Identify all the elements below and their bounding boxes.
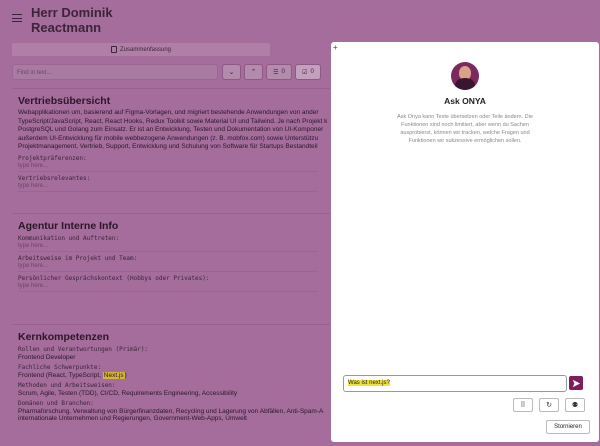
schwerpunkte-value: Frontend (React, TypeScript, Next.js) bbox=[18, 372, 330, 379]
ask-onya-panel: Ask ONYA Ask Onya kann Texte übersetzen … bbox=[331, 42, 599, 442]
summary-button[interactable]: Zusammenfassung bbox=[12, 43, 270, 56]
document-icon bbox=[110, 46, 117, 53]
list-filter-button[interactable]: ☰ 0 bbox=[266, 64, 292, 80]
domaenen-value-2: internationale Unternehmen und Regierung… bbox=[18, 415, 247, 422]
list-icon: ☰ bbox=[273, 69, 279, 76]
cancel-button[interactable]: Stornieren bbox=[546, 420, 590, 434]
schwerpunkte-prefix: Frontend (React, TypeScript, bbox=[18, 372, 103, 379]
check-count: 0 bbox=[310, 69, 314, 75]
chevron-down-button[interactable]: ⌄ bbox=[222, 64, 241, 80]
chevron-up-icon: ⌃ bbox=[250, 69, 257, 76]
schwerpunkte-suffix: ) bbox=[124, 372, 127, 379]
arbeitsweise-input[interactable]: type here... bbox=[18, 263, 318, 272]
grid-icon: ⠿ bbox=[520, 402, 526, 409]
chat-input[interactable]: Was ist next.js? bbox=[343, 375, 567, 392]
kern-card: Kernkompetenzen Rollen und Verantwortung… bbox=[12, 324, 330, 446]
gespraechskontext-label: Persönlicher Gesprächskontext (Hobbys od… bbox=[18, 275, 210, 282]
vertrieb-line: außerdem UI-Entwicklung für mobile webbe… bbox=[18, 134, 319, 142]
domaenen-label: Domänen und Branchen: bbox=[18, 400, 94, 407]
projektpraeferenzen-input[interactable]: type here... bbox=[18, 163, 318, 172]
kommunikation-label: Kommunikation und Auftreten: bbox=[18, 235, 120, 242]
methoden-value: Scrum, Agile, Testen (TDD), CI/CD, Requi… bbox=[18, 390, 238, 397]
send-button[interactable] bbox=[569, 376, 583, 390]
vertrieb-line: Webapplikationen um, basierend auf Figma… bbox=[18, 109, 319, 116]
refresh-button[interactable]: ↻ bbox=[539, 398, 559, 412]
chevron-up-button[interactable]: ⌃ bbox=[244, 64, 263, 80]
summary-label: Zusammenfassung bbox=[119, 46, 172, 53]
vertrieb-card: Vertriebsübersicht Webapplikationen um, … bbox=[12, 88, 330, 208]
plus-icon[interactable]: + bbox=[333, 44, 341, 52]
arbeitsweise-label: Arbeitsweise im Projekt und Team: bbox=[18, 255, 138, 262]
header: Herr Dominik Reactmann bbox=[0, 0, 600, 40]
kern-title: Kernkompetenzen bbox=[18, 331, 110, 343]
agentur-title: Agentur Interne Info bbox=[18, 220, 119, 232]
methoden-label: Methoden und Arbeitsweisen: bbox=[18, 382, 116, 389]
name-line-1: Herr Dominik bbox=[31, 5, 113, 20]
chat-input-value: Was ist next.js? bbox=[348, 380, 390, 386]
search-placeholder: Find in text... bbox=[17, 70, 52, 76]
vertrieb-title: Vertriebsübersicht bbox=[18, 95, 111, 107]
ask-onya-title: Ask ONYA bbox=[444, 96, 486, 106]
vertrieb-line: PostgreSQL und Golang zum Einsatz. Er is… bbox=[18, 126, 324, 134]
contact-name: Herr Dominik Reactmann bbox=[31, 5, 113, 35]
ask-onya-description: Ask Onya kann Texte übersetzen oder Teil… bbox=[397, 114, 533, 144]
refresh-icon: ↻ bbox=[546, 402, 552, 409]
check-filter-button[interactable]: ☑ 0 bbox=[295, 64, 321, 80]
domaenen-value: Pharmaforschung, Verwaltung von Bürgerfi… bbox=[18, 408, 324, 415]
robot-icon: ⚉ bbox=[571, 402, 579, 409]
rollen-value: Frontend Developer bbox=[18, 354, 76, 361]
hamburger-menu-icon[interactable] bbox=[12, 14, 22, 22]
list-count: 0 bbox=[281, 69, 285, 75]
gespraechskontext-input[interactable]: type here... bbox=[18, 283, 318, 292]
schwerpunkte-label: Fachliche Schwerpunkte: bbox=[18, 364, 102, 371]
name-line-2: Reactmann bbox=[31, 20, 102, 35]
robot-button[interactable]: ⚉ bbox=[565, 398, 585, 412]
projektpraeferenzen-label: Projektpräferenzen: bbox=[18, 154, 87, 162]
chevron-down-icon: ⌄ bbox=[228, 69, 235, 76]
checkbox-icon: ☑ bbox=[302, 69, 308, 76]
selected-text-highlight[interactable]: Next.js bbox=[102, 372, 125, 379]
rollen-label: Rollen und Verantwortungen (Primär): bbox=[18, 346, 149, 353]
vertriebsrelevantes-input[interactable]: type here... bbox=[18, 183, 318, 192]
agentur-card: Agentur Interne Info Kommunikation und A… bbox=[12, 213, 330, 319]
vertriebsrelevantes-label: Vertriebsrelevantes: bbox=[18, 174, 91, 182]
kommunikation-input[interactable]: type here... bbox=[18, 243, 318, 252]
onya-avatar bbox=[451, 62, 479, 90]
find-in-text-input[interactable]: Find in text... bbox=[12, 64, 218, 80]
grid-button[interactable]: ⠿ bbox=[513, 398, 533, 412]
vertrieb-line: TypeScript/JavaScript, React, React Hook… bbox=[18, 117, 328, 125]
vertrieb-line: Projektmanagement, Vertrieb, Support, En… bbox=[18, 143, 318, 151]
send-icon bbox=[572, 379, 580, 387]
